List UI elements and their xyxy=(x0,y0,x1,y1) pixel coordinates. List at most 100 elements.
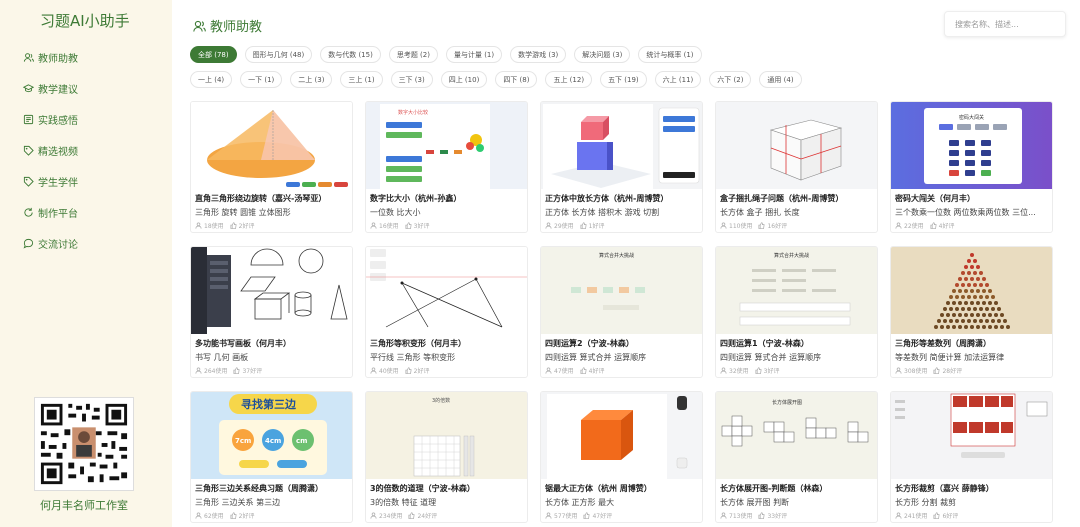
sidebar-item-student-companion[interactable]: 学生学伴 xyxy=(22,172,78,190)
resource-card[interactable]: 长方形裁剪（嘉兴 薛静锋） 长方形 分割 裁剪 241使用 6好评 xyxy=(890,391,1053,523)
filter-chip-category[interactable]: 统计与概率 (1) xyxy=(638,46,702,63)
filter-chip-category[interactable]: 图形与几何 (48) xyxy=(244,46,313,63)
thumbs-up-icon xyxy=(933,367,940,374)
card-thumbnail xyxy=(366,247,527,334)
like-count: 2好评 xyxy=(238,513,255,520)
card-thumbnail xyxy=(891,392,1052,479)
like-count: 47好评 xyxy=(592,513,613,520)
thumb-text: 密码大闯关 xyxy=(959,114,984,121)
usage-count: 29使用 xyxy=(554,223,574,230)
users-icon xyxy=(193,20,206,32)
user-icon xyxy=(195,367,202,374)
sidebar-item-featured-videos[interactable]: 精选视频 xyxy=(22,141,78,159)
card-title: 3的倍数的道理（宁波-林森） xyxy=(370,484,475,493)
filter-chip-grade[interactable]: 四下 (8) xyxy=(495,71,538,88)
card-title: 密码大闯关（何月丰） xyxy=(895,194,975,203)
thumbs-up-icon xyxy=(230,222,237,229)
card-tags: 四则运算 算式合并 运算顺序 xyxy=(545,353,647,362)
thumbs-up-icon xyxy=(405,222,412,229)
filter-chip-category[interactable]: 数学游戏 (3) xyxy=(510,46,567,63)
usage-count: 32使用 xyxy=(729,368,749,375)
user-icon xyxy=(895,512,902,519)
filter-chip-grade[interactable]: 六下 (2) xyxy=(709,71,752,88)
card-tags: 长方形 分割 裁剪 xyxy=(895,498,957,507)
filter-chip-category[interactable]: 解决问题 (3) xyxy=(574,46,631,63)
user-icon xyxy=(720,367,727,374)
resource-card[interactable]: 锯最大正方体（杭州 周博赞） 长方体 正方形 最大 577使用 47好评 xyxy=(540,391,703,523)
filter-chip-grade[interactable]: 三下 (3) xyxy=(390,71,433,88)
sidebar-item-practice-reflection[interactable]: 实践感悟 xyxy=(22,110,78,128)
resource-card[interactable]: 三角形等差数列（周腾潇） 等差数列 简便计算 加法运算律 308使用 28好评 xyxy=(890,246,1053,378)
resource-card[interactable]: 数字大小比较 数字比大小（杭州-孙鑫） 一位数 比大小 16使用 3好评 xyxy=(365,101,528,233)
filter-chip-grade[interactable]: 五上 (12) xyxy=(545,71,593,88)
card-thumbnail: 密码大闯关 xyxy=(891,102,1052,189)
usage-count: 18使用 xyxy=(204,223,224,230)
filter-chip-grade[interactable]: 通用 (4) xyxy=(759,71,802,88)
thumbs-up-icon xyxy=(758,222,765,229)
resource-card[interactable]: 正方体中放长方体（杭州-周博赞） 正方体 长方体 搭积木 游戏 切割 29使用 … xyxy=(540,101,703,233)
graduation-cap-icon xyxy=(22,82,34,94)
filter-chip-grade[interactable]: 四上 (10) xyxy=(440,71,488,88)
resource-card[interactable]: 3的倍数 3的倍数的道理（宁波-林森） 3的倍数 特征 道理 234使用 24好… xyxy=(365,391,528,523)
like-count: 3好评 xyxy=(763,368,780,375)
sidebar-item-label: 制作平台 xyxy=(38,208,78,220)
filter-chip-grade[interactable]: 五下 (19) xyxy=(600,71,647,88)
card-stats: 29使用 1好评 xyxy=(545,221,604,230)
notebook-icon xyxy=(22,113,34,125)
filter-chip-grade[interactable]: 一上 (4) xyxy=(190,71,233,88)
page-title: 教师助教 xyxy=(192,16,262,35)
search-input[interactable] xyxy=(944,11,1066,37)
like-count: 2好评 xyxy=(413,368,430,375)
resource-card[interactable]: 算式合并大挑战 四则运算1（宁波-林森） 四则运算 算式合并 运算顺序 32使用… xyxy=(715,246,878,378)
qr-caption: 何月丰名师工作室 xyxy=(40,499,128,512)
sidebar-item-label: 教学建议 xyxy=(38,84,78,96)
usage-count: 308使用 xyxy=(904,368,928,375)
usage-count: 713使用 xyxy=(729,513,753,520)
user-icon xyxy=(370,367,377,374)
filter-chip-category[interactable]: 量与计量 (1) xyxy=(445,46,503,63)
card-stats: 40使用 2好评 xyxy=(370,366,429,375)
resource-card[interactable]: 三角形等积变形（何月丰） 平行线 三角形 等积变形 40使用 2好评 xyxy=(365,246,528,378)
filter-chip-category[interactable]: 数与代数 (15) xyxy=(320,46,381,63)
usage-count: 264使用 xyxy=(204,368,228,375)
resource-card[interactable]: 密码大闯关 密码大闯关（何月丰） 三个数乘一位数 两位数乘两位数 三位... 2… xyxy=(890,101,1053,233)
usage-count: 40使用 xyxy=(379,368,399,375)
filter-chip-grade[interactable]: 二上 (3) xyxy=(290,71,333,88)
tag-icon xyxy=(22,175,34,187)
thumbs-up-icon xyxy=(758,512,765,519)
usage-count: 234使用 xyxy=(379,513,403,520)
thumbs-up-icon xyxy=(933,512,940,519)
user-icon xyxy=(895,222,902,229)
sidebar-item-creation-platform[interactable]: 制作平台 xyxy=(22,203,78,221)
resource-card[interactable]: 寻找第三边 7cm 4cm cm 三角形三边关系经典习题（周腾潇） 三角形 三边… xyxy=(190,391,353,523)
like-count: 37好评 xyxy=(242,368,263,375)
resource-card[interactable]: 直角三角形绕边旋转（嘉兴-汤琴亚） 三角形 旋转 圆锥 立体图形 18使用 2好… xyxy=(190,101,353,233)
card-thumbnail: 算式合并大挑战 xyxy=(541,247,702,334)
user-icon xyxy=(545,367,552,374)
card-thumbnail xyxy=(191,102,352,189)
sidebar-item-discussion[interactable]: 交流讨论 xyxy=(22,234,78,252)
card-thumbnail: 数字大小比较 xyxy=(366,102,527,189)
sidebar-item-teaching-advice[interactable]: 教学建议 xyxy=(22,79,78,97)
resource-card[interactable]: 长方体展开图 长方体展开图-判断题（林森） 长方体 展开图 判断 713使用 3… xyxy=(715,391,878,523)
filter-chip-all[interactable]: 全部 (78) xyxy=(190,46,237,63)
resource-card[interactable]: 盒子捆扎绳子问题（杭州-周博赞） 长方体 盒子 捆扎 长度 110使用 16好评 xyxy=(715,101,878,233)
users-icon xyxy=(22,51,34,63)
user-icon xyxy=(545,512,552,519)
category-filter-row: 全部 (78) 图形与几何 (48) 数与代数 (15) 思考题 (2) 量与计… xyxy=(190,46,702,63)
filter-chip-grade[interactable]: 三上 (1) xyxy=(340,71,383,88)
thumb-text: 4cm xyxy=(265,437,281,445)
resource-card[interactable]: 多功能书写画板（何月丰） 书写 几何 画板 264使用 37好评 xyxy=(190,246,353,378)
sidebar-item-label: 实践感悟 xyxy=(38,115,78,127)
filter-chip-grade[interactable]: 六上 (11) xyxy=(654,71,702,88)
filter-chip-grade[interactable]: 一下 (1) xyxy=(240,71,283,88)
card-thumbnail: 寻找第三边 7cm 4cm cm xyxy=(191,392,352,479)
card-thumbnail xyxy=(541,102,702,189)
filter-chip-category[interactable]: 思考题 (2) xyxy=(388,46,438,63)
resource-card[interactable]: 算式合并大挑战 四则运算2（宁波-林森） 四则运算 算式合并 运算顺序 47使用… xyxy=(540,246,703,378)
sidebar-item-teacher-assistant[interactable]: 教师助教 xyxy=(22,48,78,66)
thumb-text: cm xyxy=(296,437,307,445)
thumbs-up-icon xyxy=(580,222,587,229)
usage-count: 16使用 xyxy=(379,223,399,230)
card-title: 长方形裁剪（嘉兴 薛静锋） xyxy=(895,484,994,493)
